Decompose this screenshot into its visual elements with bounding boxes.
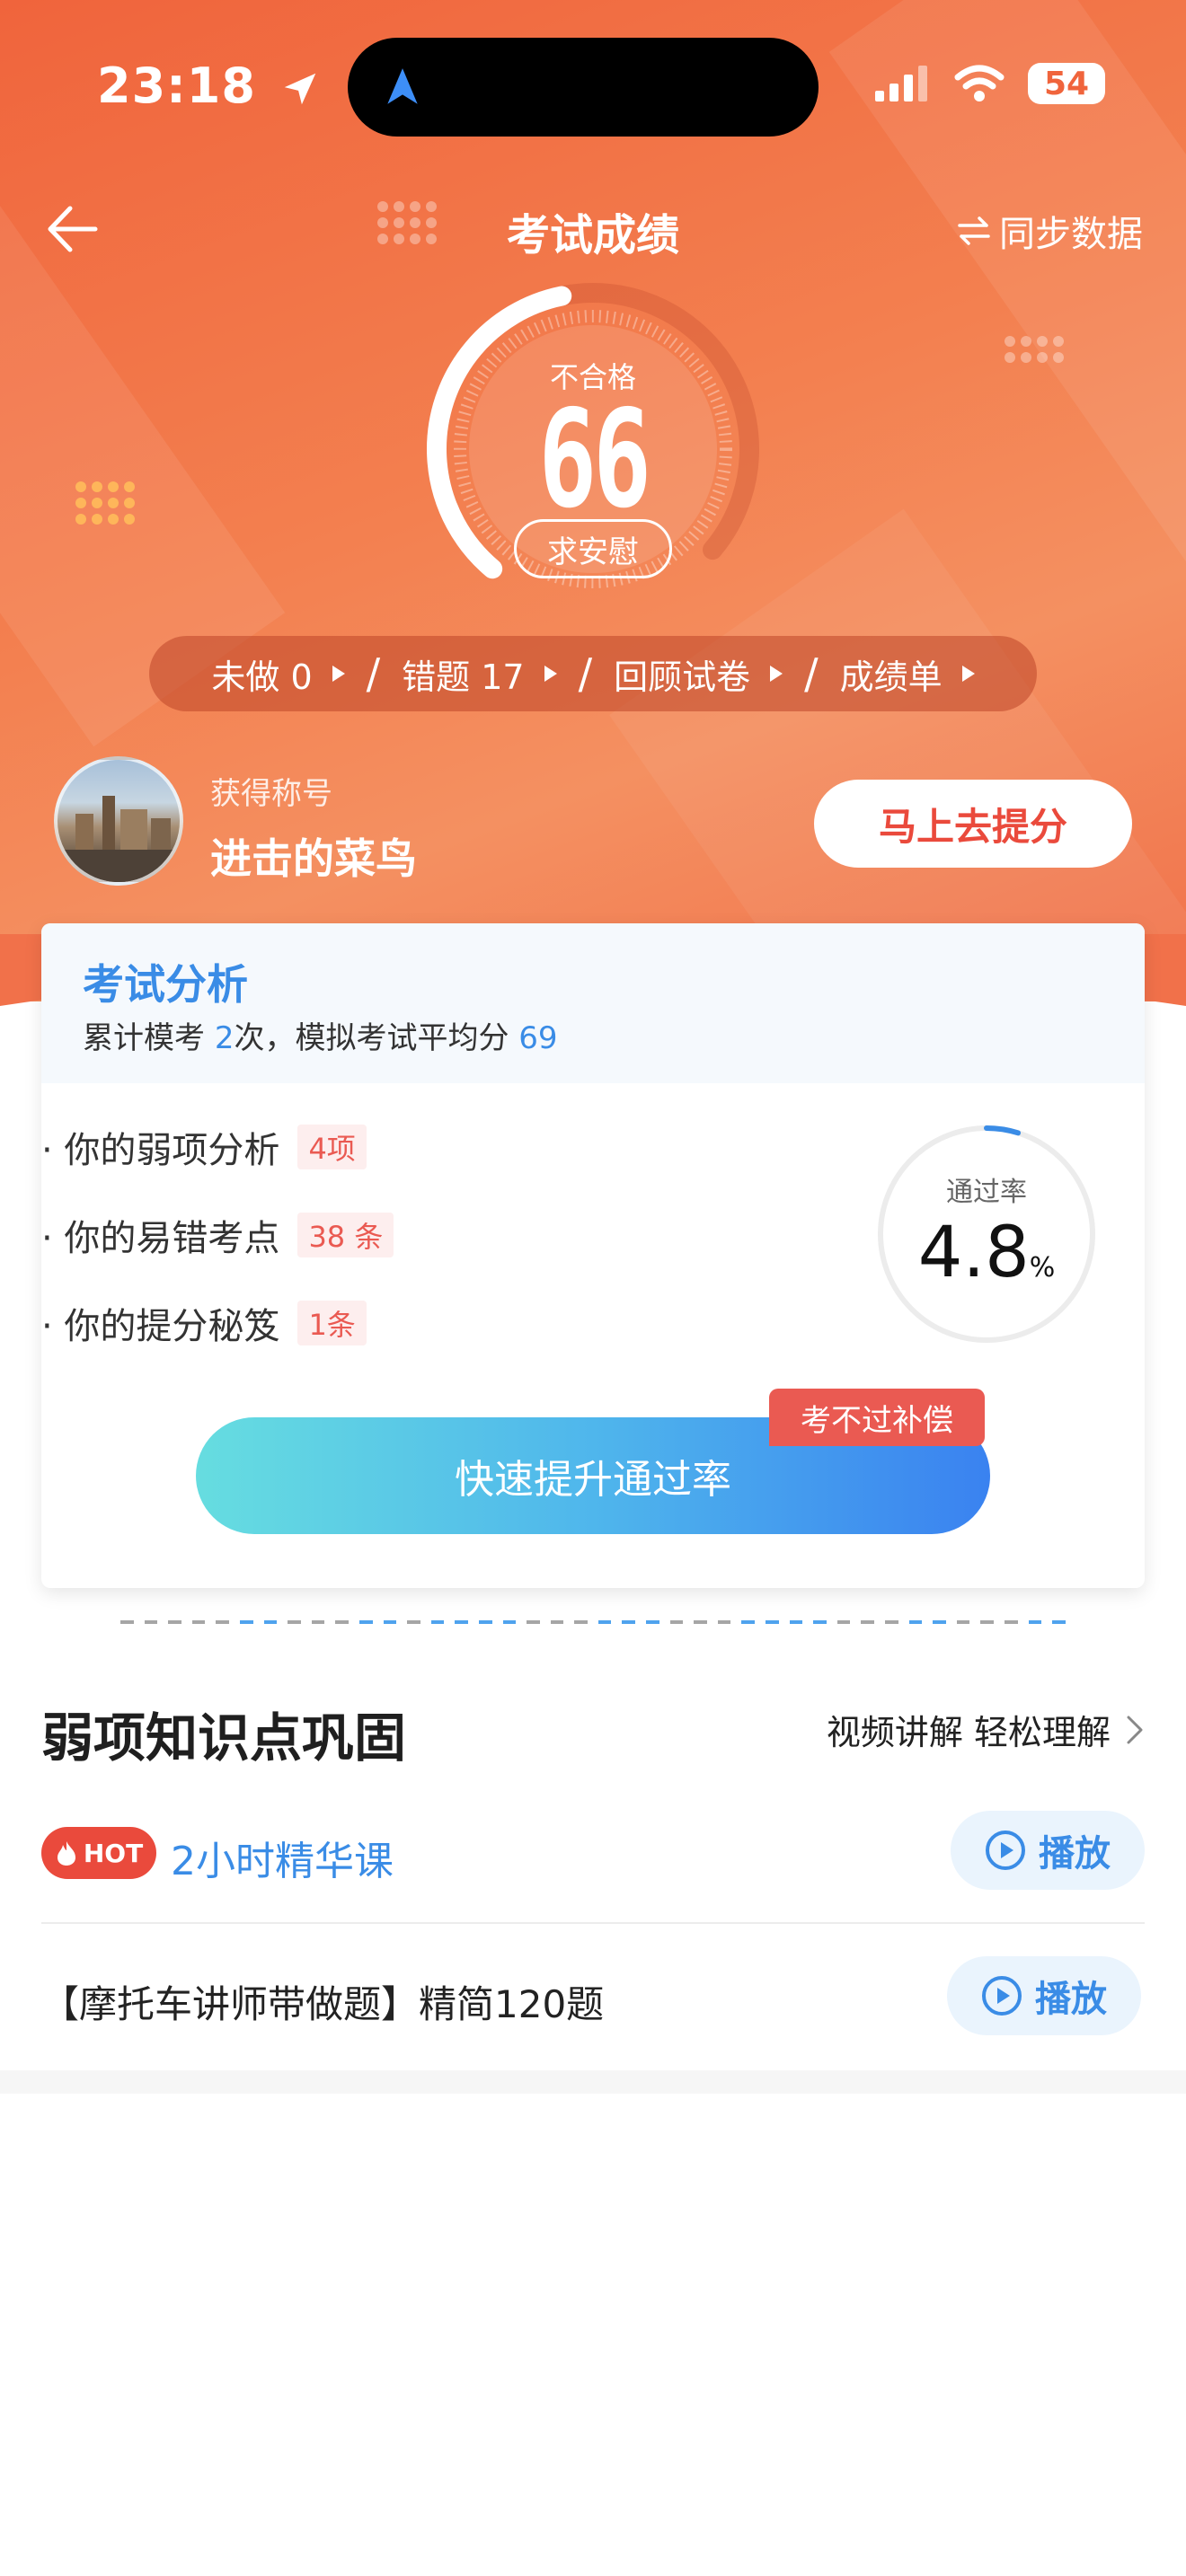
hot-label: HOT (83, 1838, 144, 1868)
stat-tag: 1条 (297, 1301, 367, 1345)
divider (41, 1922, 1145, 1924)
card-title: 考试分析 (83, 960, 248, 1009)
comfort-button[interactable]: 求安慰 (514, 519, 672, 578)
play-arrow-icon (544, 666, 557, 682)
shortcut-review[interactable]: 回顾试卷 (614, 649, 783, 699)
compensation-badge: 考不过补偿 (769, 1389, 985, 1446)
dashed-divider (120, 1620, 1066, 1624)
shortcut-label: 成绩单 (839, 657, 943, 697)
separator: / (366, 649, 381, 698)
dynamic-island (348, 38, 819, 137)
shortcut-report[interactable]: 成绩单 (840, 649, 975, 699)
play-arrow-icon (961, 666, 975, 682)
decor-dots (75, 481, 135, 525)
flame-icon (57, 1841, 75, 1866)
sync-label: 同步数据 (999, 214, 1143, 255)
title-label: 获得称号 (210, 776, 332, 812)
play-arrow-icon (332, 666, 345, 682)
course-title[interactable]: 【摩托车讲师带做题】精简120题 (41, 1974, 604, 2029)
decor-dots (1005, 336, 1064, 363)
weakness-row[interactable]: · 你的弱项分析 4项 (41, 1121, 367, 1173)
error-prone-row[interactable]: · 你的易错考点 38 条 (41, 1209, 394, 1261)
pass-rate-label: 通过率 (946, 1177, 1027, 1208)
shortcut-label: 错题 17 (402, 657, 525, 697)
play-button[interactable]: 播放 (951, 1811, 1145, 1890)
separator: / (804, 649, 819, 698)
more-label: 视频讲解 轻松理解 (826, 1713, 1111, 1752)
shortcut-label: 回顾试卷 (614, 657, 751, 697)
avatar[interactable] (54, 756, 183, 886)
signal-icon (875, 66, 927, 101)
pass-rate-value: 4.8% (917, 1213, 1056, 1293)
title-name: 进击的菜鸟 (210, 834, 417, 883)
sync-icon (958, 216, 990, 245)
chevron-right-icon (1127, 1716, 1143, 1743)
boost-score-button[interactable]: 马上去提分 (814, 780, 1132, 868)
wifi-icon (954, 65, 1005, 101)
play-icon (982, 1976, 1022, 2016)
stat-label: · 你的提分秘笈 (41, 1306, 280, 1347)
battery-indicator: 54 (1028, 63, 1105, 104)
score-value: 66 (538, 382, 651, 538)
location-arrow-icon (284, 74, 315, 105)
course-title[interactable]: 2小时精华课 (171, 1829, 394, 1886)
video-explain-link[interactable]: 视频讲解 轻松理解 (827, 1705, 1145, 1754)
hot-badge: HOT (41, 1827, 156, 1879)
play-icon (986, 1831, 1025, 1870)
shortcut-bar: 未做 0 / 错题 17 / 回顾试卷 / 成绩单 (149, 636, 1037, 711)
tips-row[interactable]: · 你的提分秘笈 1条 (41, 1297, 367, 1349)
sync-data-button[interactable]: 同步数据 (956, 205, 1143, 257)
play-arrow-icon (770, 666, 783, 682)
separator: / (578, 649, 593, 698)
stat-tag: 4项 (297, 1125, 367, 1169)
weak-points-title: 弱项知识点巩固 (41, 1707, 407, 1769)
shortcut-label: 未做 0 (211, 657, 313, 697)
play-label: 播放 (1035, 1979, 1107, 2020)
play-button[interactable]: 播放 (947, 1956, 1141, 2035)
stat-tag: 38 条 (297, 1213, 394, 1257)
bottom-separator (0, 2070, 1186, 2094)
stat-label: · 你的弱项分析 (41, 1130, 280, 1171)
shortcut-undone[interactable]: 未做 0 (211, 649, 345, 699)
status-time: 23:18 (97, 57, 321, 114)
status-icons: 54 (875, 63, 1105, 104)
play-label: 播放 (1039, 1833, 1111, 1875)
shortcut-wrong[interactable]: 错题 17 (402, 649, 557, 699)
navigation-icon (387, 68, 418, 104)
card-subtitle: 累计模考 2次，模拟考试平均分 69 (83, 1020, 558, 1056)
stat-label: · 你的易错考点 (41, 1218, 280, 1259)
